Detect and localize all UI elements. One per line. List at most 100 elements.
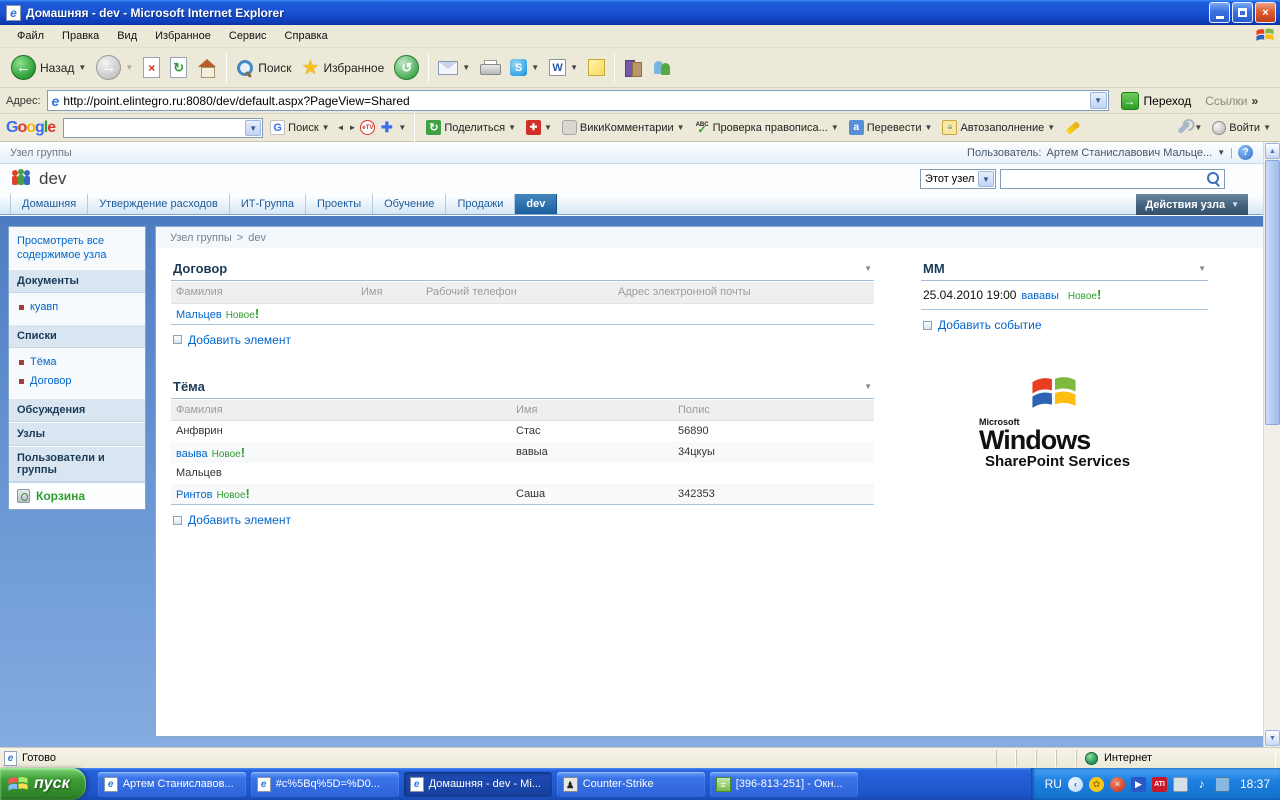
etv-icon[interactable]: eTV [360, 120, 376, 135]
dogovor-title-link[interactable]: Договор [173, 261, 227, 276]
google-search-chevron-icon[interactable]: ▼ [322, 123, 330, 132]
webpart-menu-chevron-icon[interactable]: ▼ [1198, 264, 1206, 273]
menu-item-view[interactable]: Вид [108, 27, 146, 45]
tab-dev[interactable]: dev [515, 194, 558, 214]
mail-chevron-down-icon[interactable]: ▼ [462, 63, 470, 72]
mm-title-link[interactable]: ММ [923, 261, 945, 276]
red-badge-button[interactable]: ✚ ▼ [523, 118, 555, 137]
highlighter-icon[interactable] [1065, 120, 1081, 135]
scope-chevron-down-icon[interactable]: ▼ [978, 171, 994, 187]
column-header[interactable]: Фамилия [171, 282, 356, 304]
add-gadget-button[interactable]: ✚ [379, 119, 394, 135]
tray-clock[interactable]: 18:37 [1240, 777, 1270, 791]
column-header[interactable]: Полис [673, 399, 874, 421]
autofill-chevron-icon[interactable]: ▼ [1047, 123, 1055, 132]
column-header[interactable]: Имя [356, 282, 421, 304]
word-chevron-down-icon[interactable]: ▼ [570, 63, 578, 72]
ati-icon[interactable]: ATI [1151, 776, 1167, 792]
taskbar-button-2[interactable]: e #c%5Bq%5D=%D0... [250, 771, 399, 797]
site-actions-button[interactable]: Действия узла ▼ [1136, 194, 1248, 215]
menu-item-edit[interactable]: Правка [53, 27, 108, 45]
column-header[interactable]: Фамилия [171, 399, 511, 421]
google-search-button[interactable]: G Поиск ▼ [267, 118, 332, 137]
stop-button[interactable]: × [138, 54, 165, 81]
maximize-button[interactable] [1232, 2, 1253, 23]
recycle-bin-link[interactable]: Корзина [9, 482, 145, 509]
google-search-dropdown-button[interactable]: ▼ [245, 119, 262, 136]
item-link[interactable]: Мальцев [176, 309, 222, 321]
links-label[interactable]: Ссылки [1205, 94, 1247, 108]
autofill-button[interactable]: ≡ Автозаполнение ▼ [939, 118, 1058, 137]
scrollbar-thumb[interactable] [1265, 160, 1280, 425]
network-icon[interactable] [1214, 776, 1230, 792]
tab-training[interactable]: Обучение [373, 194, 447, 214]
back-button[interactable]: ← Назад ▼ [6, 52, 91, 83]
scroll-up-button[interactable]: ▲ [1265, 143, 1280, 159]
signin-button[interactable]: Войти ▼ [1209, 119, 1274, 137]
volume-icon[interactable]: ♪ [1194, 777, 1209, 792]
sidebar-item-dogovor[interactable]: Договор [9, 370, 145, 389]
messenger-button[interactable] [647, 56, 677, 79]
webpart-menu-chevron-icon[interactable]: ▼ [864, 264, 872, 273]
google-prev-icon[interactable]: ◄ [337, 123, 345, 132]
wiki-comments-button[interactable]: ВикиКомментарии ▼ [559, 118, 688, 137]
skype-chevron-down-icon[interactable]: ▼ [531, 63, 539, 72]
address-input[interactable]: e http://point.elintegro.ru:8080/dev/def… [46, 90, 1109, 111]
favorites-button[interactable]: ★ Избранное [297, 56, 390, 80]
add-item-link[interactable]: Добавить элемент [173, 513, 874, 527]
home-button[interactable] [192, 56, 222, 80]
portal-breadcrumb-link[interactable]: Узел группы [10, 147, 72, 159]
search-scope-select[interactable]: Этот узел ▼ [920, 169, 996, 189]
item-link[interactable]: ваыва [176, 448, 208, 460]
address-dropdown-button[interactable]: ▼ [1089, 92, 1107, 109]
print-button[interactable] [475, 57, 505, 78]
toolbar-options-button[interactable]: ▼ [1174, 120, 1205, 135]
options-chevron-icon[interactable]: ▼ [1194, 123, 1202, 132]
column-header[interactable]: Адрес электронной почты [613, 282, 874, 304]
user-chevron-down-icon[interactable]: ▼ [1217, 148, 1225, 157]
site-search-input[interactable] [1000, 169, 1225, 189]
note-button[interactable] [583, 56, 610, 79]
spellcheck-chevron-icon[interactable]: ▼ [831, 123, 839, 132]
translate-button[interactable]: а Перевести ▼ [846, 118, 936, 137]
add-item-link[interactable]: Добавить элемент [173, 333, 874, 347]
tab-sales[interactable]: Продажи [446, 194, 516, 214]
mail-button[interactable]: ▼ [433, 58, 475, 78]
google-search-input[interactable]: ▼ [63, 117, 264, 138]
google-logo[interactable]: Google [6, 119, 56, 137]
icq-flower-icon[interactable]: ✿ [1088, 776, 1104, 792]
user-menu[interactable]: Артем Станиславович Мальце... [1046, 147, 1212, 159]
help-icon[interactable]: ? [1238, 145, 1253, 160]
sidebar-header-documents[interactable]: Документы [9, 269, 145, 293]
history-button[interactable]: ↺ [389, 52, 424, 83]
language-indicator[interactable]: RU [1045, 777, 1062, 791]
links-chevron-icon[interactable]: » [1251, 94, 1258, 108]
signin-chevron-icon[interactable]: ▼ [1263, 123, 1271, 132]
menu-item-tools[interactable]: Сервис [220, 27, 276, 45]
display-icon[interactable] [1172, 776, 1188, 792]
spellcheck-button[interactable]: ABC ✓ Проверка правописа... ▼ [692, 118, 842, 137]
word-button[interactable]: W ▼ [544, 56, 583, 79]
tab-expense-approval[interactable]: Утверждение расходов [88, 194, 230, 214]
taskbar-button-icq[interactable]: ≡ [396-813-251] - Окн... [709, 771, 858, 797]
sidebar-header-people-groups[interactable]: Пользователи и группы [9, 446, 145, 482]
item-link[interactable]: Ринтов [176, 489, 212, 501]
add-event-link[interactable]: Добавить событие [923, 318, 1208, 332]
research-button[interactable] [619, 56, 647, 79]
sidebar-item-kuavp[interactable]: куавп [9, 296, 145, 315]
taskbar-button-active[interactable]: e Домашняя - dev - Mi... [403, 771, 552, 797]
sidebar-item-tema[interactable]: Тёма [9, 351, 145, 370]
search-button[interactable]: Поиск [231, 56, 296, 80]
blocked-globe-icon[interactable]: × [1109, 776, 1125, 792]
taskbar-button-1[interactable]: e Артем Станиславов... [97, 771, 246, 797]
wiki-chevron-icon[interactable]: ▼ [677, 123, 685, 132]
vertical-scrollbar[interactable]: ▲ ▼ [1263, 142, 1280, 747]
event-link[interactable]: вававы [1021, 290, 1058, 302]
tray-chevron-icon[interactable]: ‹ [1067, 776, 1083, 792]
google-next-icon[interactable]: ► [348, 123, 356, 132]
add-gadget-chevron-icon[interactable]: ▼ [398, 123, 406, 132]
search-go-icon[interactable] [1207, 172, 1221, 186]
red-badge-chevron-icon[interactable]: ▼ [544, 123, 552, 132]
close-button[interactable]: × [1255, 2, 1276, 23]
links-bar[interactable]: Ссылки » [1205, 94, 1258, 108]
